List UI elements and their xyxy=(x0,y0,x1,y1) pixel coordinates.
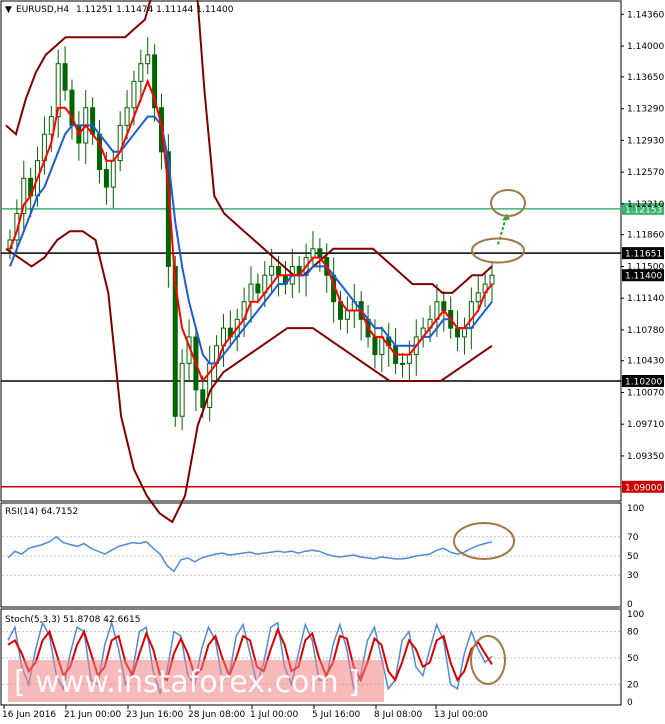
level-tag-text: 1.09000 xyxy=(625,483,662,493)
stoch-title: Stoch(5,3,3) 51.8708 42.6615 xyxy=(5,615,140,625)
rsi-panel-frame xyxy=(0,502,622,608)
price-tick-label: 1.10780 xyxy=(627,326,664,336)
candle-body xyxy=(489,274,495,285)
rsi-title: RSI(14) 64.7152 xyxy=(5,507,78,517)
ohlc-label: 1.11251 1.11474 1.11144 1.11400 xyxy=(76,5,234,15)
candle-body xyxy=(372,336,378,356)
candle-body xyxy=(310,248,316,259)
osc-tick-label: 30 xyxy=(627,571,639,581)
candle-body xyxy=(97,133,103,170)
time-tick-label: 1 Jul 00:00 xyxy=(250,710,299,720)
candle-body xyxy=(399,362,405,365)
price-tick-label: 1.10070 xyxy=(627,388,664,398)
price-tick-label: 1.14000 xyxy=(627,42,664,52)
level-tag-text: 1.10200 xyxy=(625,378,662,388)
osc-tick-label: 100 xyxy=(627,504,644,514)
candle-body xyxy=(117,124,123,162)
price-tick-label: 1.11860 xyxy=(627,231,664,241)
candle-body xyxy=(138,63,144,82)
candle-body xyxy=(248,283,254,303)
time-tick-label: 16 Jun 2016 xyxy=(2,710,56,720)
osc-tick-label: 50 xyxy=(627,654,639,664)
candle-body xyxy=(255,283,261,294)
price-tick-label: 1.12930 xyxy=(627,136,664,146)
candle-body xyxy=(90,107,96,135)
time-tick-label: 23 Jun 16:00 xyxy=(126,710,183,720)
candle-body xyxy=(455,327,461,338)
candle-body xyxy=(461,327,467,338)
candle-body xyxy=(276,265,282,276)
time-axis: 16 Jun 2016 21 Jun 00:00 23 Jun 16:00 28 Ju… xyxy=(2,705,488,720)
candle-body xyxy=(145,54,151,65)
candle-body xyxy=(124,107,130,126)
time-tick-label: 8 Jul 08:00 xyxy=(374,710,423,720)
candle-body xyxy=(317,248,323,259)
candle-body xyxy=(475,292,481,303)
candle-body xyxy=(406,354,412,364)
candle-body xyxy=(269,265,275,276)
level-tag-text: 1.11651 xyxy=(625,250,662,260)
osc-tick-label: 0 xyxy=(627,698,633,708)
osc-tick-label: 0 xyxy=(627,600,633,610)
candle-body xyxy=(131,80,137,109)
chart-window: 100 70 50 30 0 100 80 50 20 0 1.12153 1.11651 1.10… xyxy=(0,0,665,724)
candle-body xyxy=(110,160,116,188)
osc-tick-label: 100 xyxy=(627,610,644,620)
symbol-label: EURUSD,H4 xyxy=(16,5,69,15)
osc-tick-label: 70 xyxy=(627,533,639,543)
price-tick-label: 1.11140 xyxy=(627,294,664,304)
price-tick-label: 1.09710 xyxy=(627,420,664,430)
time-tick-label: 21 Jun 00:00 xyxy=(64,710,121,720)
price-tick-label: 1.13650 xyxy=(627,73,664,83)
candle-body xyxy=(179,362,185,417)
candle-body xyxy=(62,63,68,91)
watermark-text: [ www.instaforex.com ] xyxy=(14,665,360,700)
chart-canvas: 1007050300 1008050200 1.121531.116511.10… xyxy=(0,0,664,720)
price-axis: 1.121531.116511.102001.090001.143601.140… xyxy=(621,10,664,493)
time-tick-label: 13 Jul 00:00 xyxy=(434,710,488,720)
price-tick-label: 1.12210 xyxy=(627,200,664,210)
candle-body xyxy=(468,301,474,329)
time-tick-label: 5 Jul 16:00 xyxy=(312,710,361,720)
candle-body xyxy=(103,168,109,188)
candle-body xyxy=(344,309,350,320)
price-tick-label: 1.10430 xyxy=(627,357,664,367)
osc-tick-label: 50 xyxy=(627,552,639,562)
current-price-text: 1.11400 xyxy=(625,272,662,282)
price-tick-label: 1.12570 xyxy=(627,168,664,178)
price-tick-label: 1.09350 xyxy=(627,452,664,462)
price-tick-label: 1.13290 xyxy=(627,105,664,115)
header-arrow-icon: ▼ xyxy=(5,5,12,15)
osc-tick-label: 20 xyxy=(627,680,639,690)
time-tick-label: 28 Jun 08:00 xyxy=(188,710,245,720)
osc-tick-label: 80 xyxy=(627,628,639,638)
price-tick-label: 1.14360 xyxy=(627,10,664,20)
